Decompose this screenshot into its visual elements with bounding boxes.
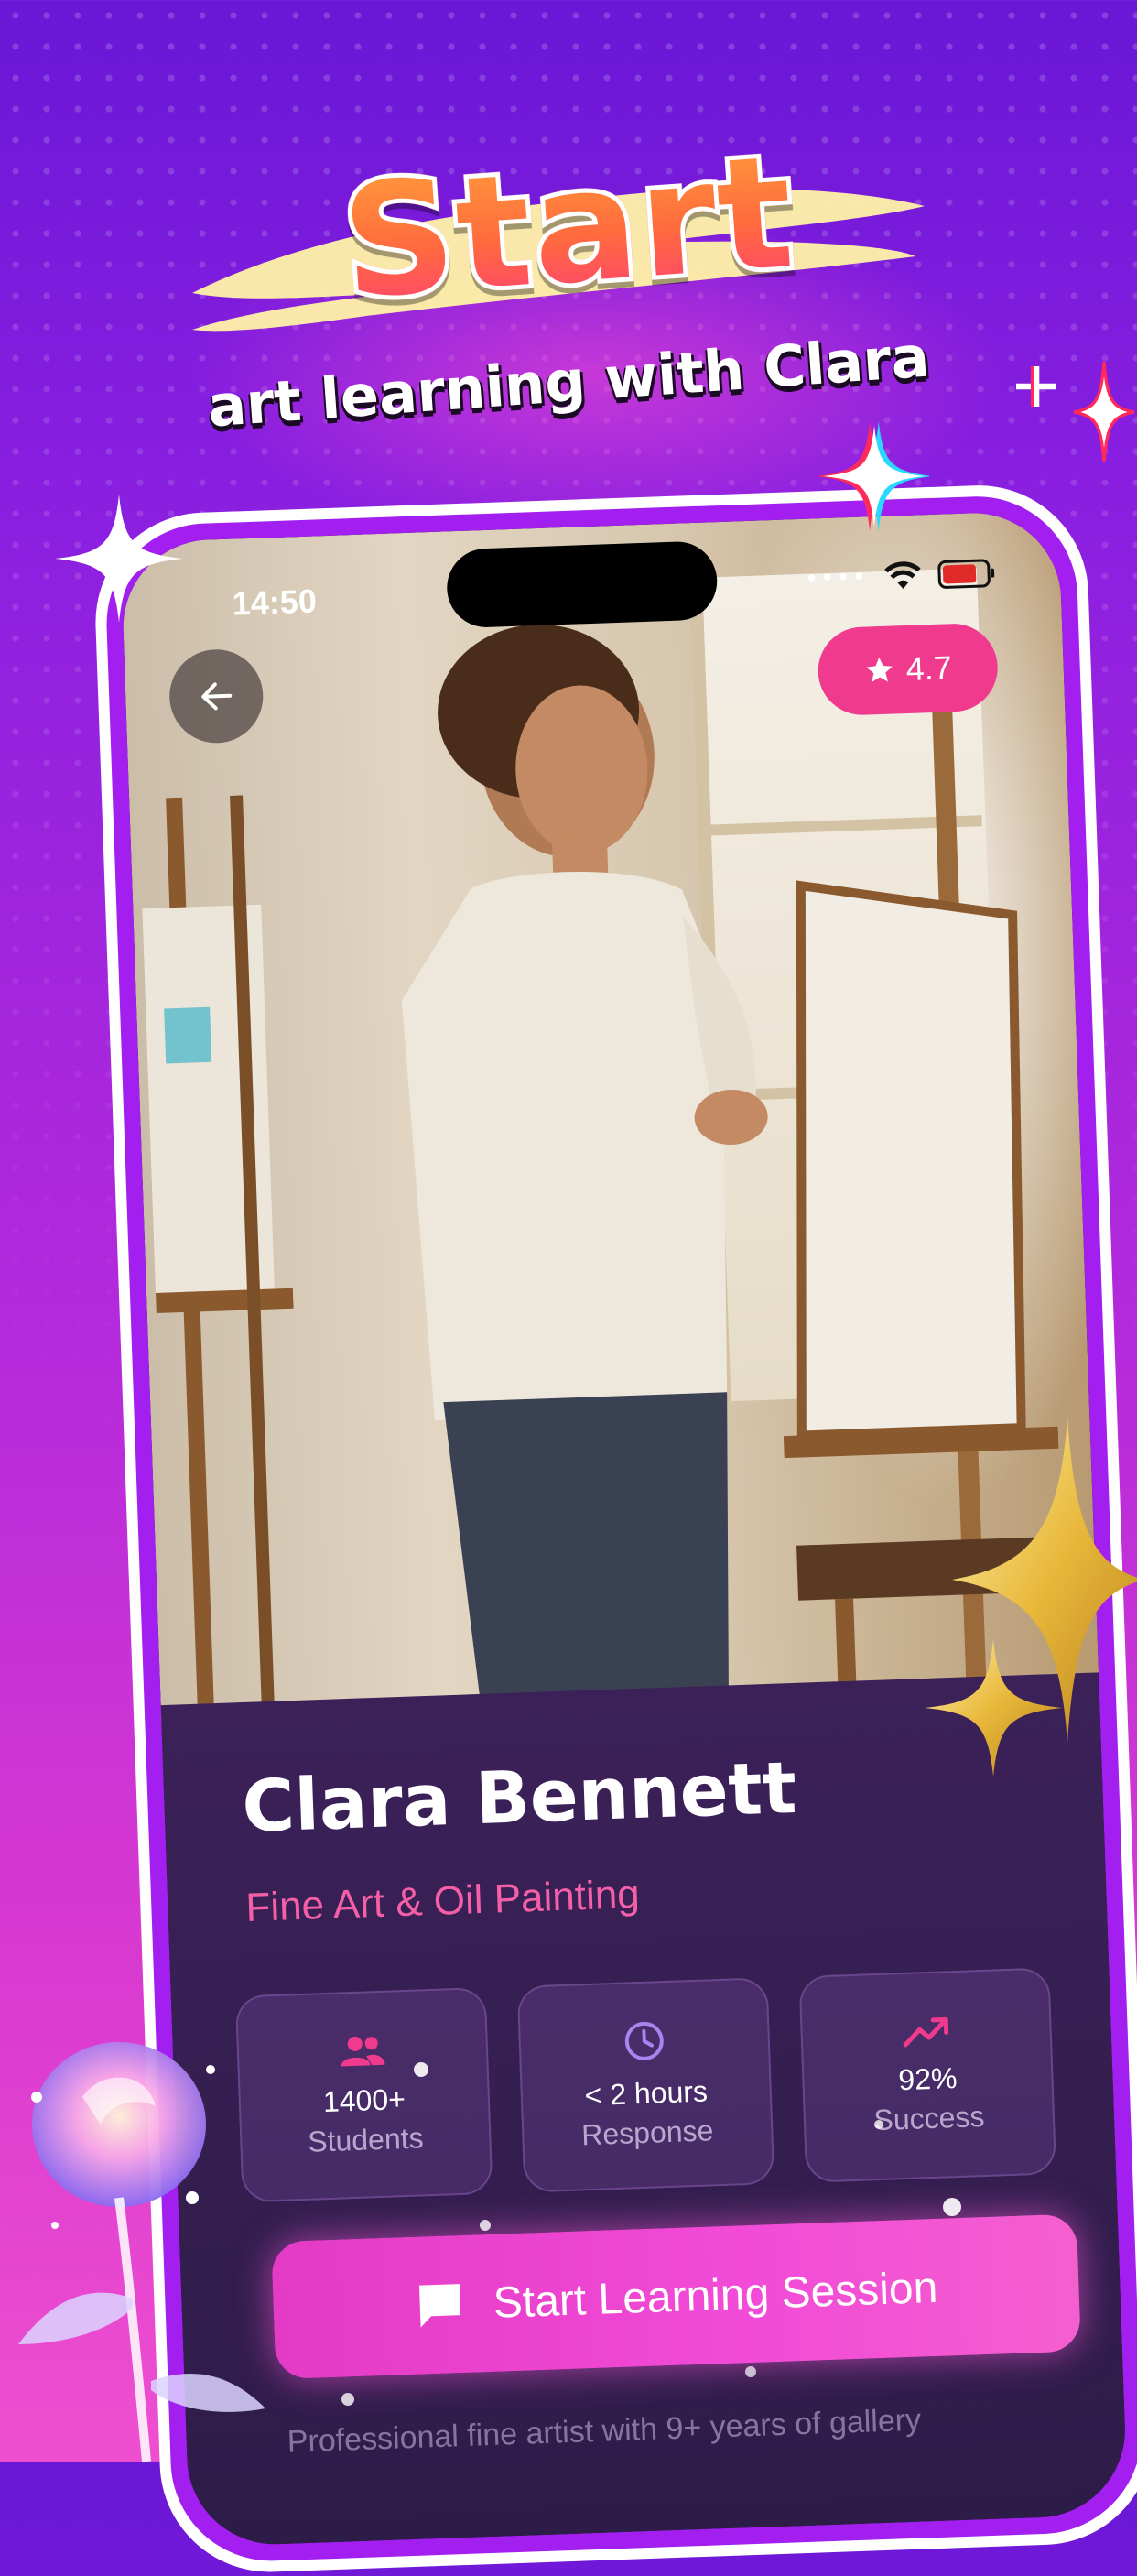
sparkle-glitch-icon [819, 421, 929, 531]
crystal-rose-decoration [18, 2042, 265, 2462]
dynamic-island [445, 540, 719, 629]
rating-value: 4.7 [904, 648, 953, 688]
sparkle-glitch-icon [1073, 362, 1135, 462]
sparkle-small-icon [1016, 366, 1056, 407]
signal-dots-icon: •••• [804, 563, 869, 593]
status-time: 14:50 [232, 582, 318, 623]
trend-up-icon [903, 2016, 949, 2048]
photo-easel-left [142, 795, 294, 1723]
rating-badge: 4.7 [817, 622, 1000, 717]
glitter-sparkles [341, 2062, 961, 2406]
battery-icon [937, 559, 995, 589]
star-icon [866, 657, 893, 683]
sparkle-white-icon [55, 495, 183, 623]
tutor-name: Clara Bennett [241, 1746, 798, 1850]
wifi-icon [884, 561, 921, 590]
tutor-specialty: Fine Art & Oil Painting [244, 1871, 641, 1930]
tutor-figure [401, 625, 768, 1712]
sparkle-gold-small-icon [925, 1639, 1062, 1777]
arrow-left-icon [201, 682, 233, 711]
